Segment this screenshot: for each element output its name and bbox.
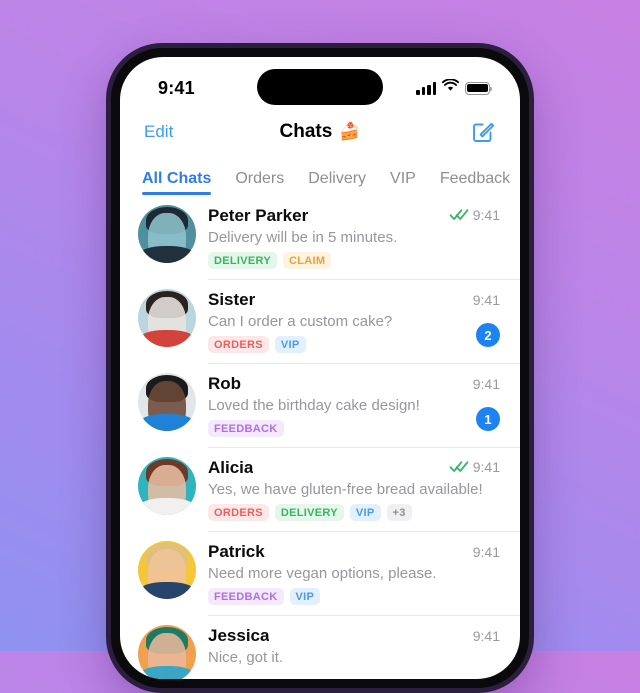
compose-button[interactable] bbox=[470, 119, 496, 145]
tab-bar[interactable]: All ChatsOrdersDeliveryVIPFeedbackE bbox=[120, 155, 520, 195]
chat-meta: 9:41 bbox=[473, 376, 500, 392]
tag-row: FEEDBACK bbox=[208, 420, 500, 437]
chat-header-line: Alicia 9:41 bbox=[208, 458, 500, 478]
chat-list[interactable]: Peter Parker 9:41 Delivery will be in 5 mi… bbox=[120, 195, 520, 679]
chat-row[interactable]: Patrick 9:41 Need more vegan options, plea… bbox=[120, 531, 520, 615]
chat-meta: 9:41 bbox=[449, 207, 500, 223]
battery-icon bbox=[465, 81, 493, 95]
chat-header-line: Jessica 9:41 bbox=[208, 626, 500, 646]
page-title-text: Chats bbox=[279, 121, 333, 142]
chat-preview: Delivery will be in 5 minutes. bbox=[208, 229, 398, 246]
tag-orders[interactable]: ORDERS bbox=[208, 336, 269, 353]
tag-delivery[interactable]: DELIVERY bbox=[274, 504, 344, 521]
status-bar-time: 9:41 bbox=[158, 77, 195, 98]
chat-name: Patrick bbox=[208, 542, 265, 561]
chat-meta: 9:41 bbox=[449, 459, 500, 475]
chat-header-line: Rob 9:41 bbox=[208, 374, 500, 394]
chat-timestamp: 9:41 bbox=[472, 206, 500, 223]
tab-vip[interactable]: VIP bbox=[390, 170, 416, 195]
tag-feedback[interactable]: FEEDBACK bbox=[208, 588, 284, 605]
chat-timestamp: 9:41 bbox=[472, 376, 500, 392]
avatar-body bbox=[140, 329, 194, 347]
wifi-icon bbox=[441, 78, 460, 97]
phone-bezel: 9:41 Edit Chats 🍰 All Chats Orders Deliv… bbox=[111, 48, 529, 688]
chat-row[interactable]: Jessica 9:41 Nice, got it. bbox=[120, 615, 520, 679]
tag-claim[interactable]: CLAIM bbox=[283, 252, 332, 269]
avatar-body bbox=[140, 413, 194, 431]
double-check-read-icon bbox=[449, 208, 469, 221]
chat-content: Peter Parker 9:41 Delivery will be in 5 mi… bbox=[208, 205, 500, 269]
tag-feedback[interactable]: FEEDBACK bbox=[208, 420, 284, 437]
tab-all-chats[interactable]: All Chats bbox=[142, 170, 212, 195]
tag-more[interactable]: +3 bbox=[386, 504, 412, 521]
avatar-body bbox=[140, 581, 194, 599]
chat-meta: 9:41 bbox=[473, 292, 500, 308]
chat-header-line: Patrick 9:41 bbox=[208, 542, 500, 562]
chat-preview: Need more vegan options, please. bbox=[208, 565, 437, 582]
chat-content: Patrick 9:41 Need more vegan options, plea… bbox=[208, 541, 500, 605]
tab-feedback[interactable]: Feedback bbox=[440, 170, 510, 195]
avatar[interactable] bbox=[138, 373, 196, 431]
chat-row[interactable]: Alicia 9:41 Yes, we have gluten-free bread… bbox=[120, 447, 520, 531]
chat-preview: Yes, we have gluten-free bread available… bbox=[208, 481, 483, 498]
chat-header-line: Sister 9:41 bbox=[208, 290, 500, 310]
tag-row: DELIVERY CLAIM bbox=[208, 252, 500, 269]
phone-frame: 9:41 Edit Chats 🍰 All Chats Orders Deliv… bbox=[106, 43, 534, 693]
avatar-body bbox=[140, 245, 194, 263]
chat-content: Rob 9:41 Loved the birthday cake design! FE… bbox=[208, 373, 500, 437]
double-check-read-icon bbox=[449, 460, 469, 473]
tab-delivery[interactable]: Delivery bbox=[308, 170, 366, 195]
tag-orders[interactable]: ORDERS bbox=[208, 504, 269, 521]
chat-timestamp: 9:41 bbox=[472, 628, 500, 644]
status-bar-icons bbox=[416, 78, 493, 97]
chat-meta: 9:41 bbox=[473, 544, 500, 560]
tag-vip[interactable]: VIP bbox=[289, 588, 321, 605]
chat-timestamp: 9:41 bbox=[472, 458, 500, 475]
chat-name: Jessica bbox=[208, 626, 270, 645]
avatar[interactable] bbox=[138, 541, 196, 599]
chat-content: Jessica 9:41 Nice, got it. bbox=[208, 625, 500, 666]
compose-icon bbox=[473, 122, 495, 142]
tag-row: ORDERS DELIVERY VIP +3 bbox=[208, 504, 500, 521]
edit-button[interactable]: Edit bbox=[144, 122, 173, 142]
chat-row[interactable]: Rob 9:41 Loved the birthday cake design! FE… bbox=[120, 363, 520, 447]
chat-name: Alicia bbox=[208, 458, 254, 477]
unread-badge: 2 bbox=[476, 323, 500, 347]
avatar[interactable] bbox=[138, 289, 196, 347]
dynamic-island bbox=[257, 69, 383, 105]
page-title: Chats 🍰 bbox=[280, 121, 361, 143]
phone-screen: 9:41 Edit Chats 🍰 All Chats Orders Deliv… bbox=[120, 57, 520, 679]
chat-name: Rob bbox=[208, 374, 242, 393]
chat-name: Peter Parker bbox=[208, 206, 309, 225]
chat-preview: Loved the birthday cake design! bbox=[208, 397, 420, 414]
tag-delivery[interactable]: DELIVERY bbox=[208, 252, 278, 269]
chat-content: Sister 9:41 Can I order a custom cake? ORDE… bbox=[208, 289, 500, 353]
tag-vip[interactable]: VIP bbox=[274, 336, 306, 353]
tag-row: ORDERS VIP bbox=[208, 336, 500, 353]
tab-orders[interactable]: Orders bbox=[235, 170, 284, 195]
cake-emoji-icon: 🍰 bbox=[339, 122, 361, 141]
avatar-body bbox=[140, 665, 194, 679]
chat-row[interactable]: Sister 9:41 Can I order a custom cake? ORDE… bbox=[120, 279, 520, 363]
chat-timestamp: 9:41 bbox=[472, 544, 500, 560]
chat-timestamp: 9:41 bbox=[472, 292, 500, 308]
unread-badge: 1 bbox=[476, 407, 500, 431]
avatar-body bbox=[140, 497, 194, 515]
tag-vip[interactable]: VIP bbox=[349, 504, 381, 521]
chat-preview: Can I order a custom cake? bbox=[208, 313, 393, 330]
status-bar: 9:41 bbox=[120, 57, 520, 109]
chat-row[interactable]: Peter Parker 9:41 Delivery will be in 5 mi… bbox=[120, 195, 520, 279]
chat-preview: Nice, got it. bbox=[208, 649, 284, 666]
chat-meta: 9:41 bbox=[473, 628, 500, 644]
tag-row: FEEDBACK VIP bbox=[208, 588, 500, 605]
cellular-signal-icon bbox=[416, 81, 436, 95]
navigation-bar: Edit Chats 🍰 bbox=[120, 109, 520, 155]
chat-name: Sister bbox=[208, 290, 256, 309]
avatar[interactable] bbox=[138, 457, 196, 515]
avatar[interactable] bbox=[138, 205, 196, 263]
chat-content: Alicia 9:41 Yes, we have gluten-free bread… bbox=[208, 457, 500, 521]
avatar[interactable] bbox=[138, 625, 196, 679]
chat-header-line: Peter Parker 9:41 bbox=[208, 206, 500, 226]
